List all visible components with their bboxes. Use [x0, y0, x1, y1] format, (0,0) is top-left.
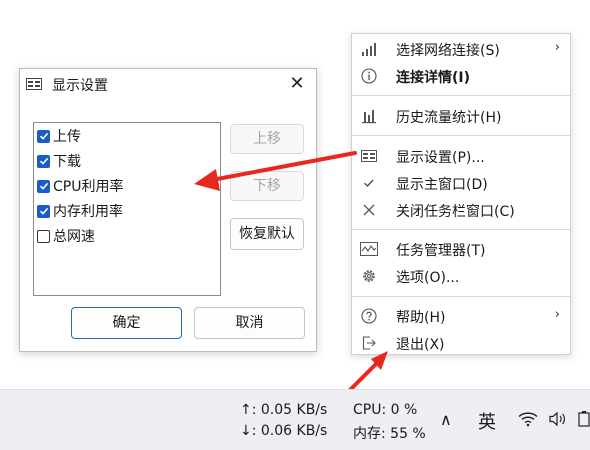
- list-item[interactable]: CPU利用率: [37, 175, 123, 197]
- info-icon: [360, 67, 378, 85]
- menu-item-task-manager[interactable]: 任务管理器(T): [352, 236, 570, 262]
- menu-item-connection-details[interactable]: 连接详情(I): [352, 63, 570, 89]
- list-item[interactable]: 下载: [37, 150, 81, 172]
- upload-speed[interactable]: ↑: 0.05 KB/s: [240, 402, 327, 418]
- wifi-icon[interactable]: [518, 411, 538, 431]
- menu-item-label: 选择网络连接(S): [396, 43, 500, 59]
- chevron-up-icon[interactable]: ∧: [440, 410, 452, 429]
- checkbox[interactable]: [37, 179, 50, 193]
- display-settings-icon: [26, 77, 42, 91]
- menu-item-label: 退出(X): [396, 337, 445, 353]
- ime-indicator[interactable]: 英: [478, 408, 496, 434]
- checkbox[interactable]: [37, 204, 50, 218]
- help-icon: [360, 307, 378, 325]
- move-up-button[interactable]: 上移: [230, 124, 304, 154]
- battery-icon[interactable]: [578, 411, 590, 431]
- close-icon[interactable]: ✕: [286, 73, 308, 95]
- menu-item-label: 关闭任务栏窗口(C): [396, 204, 515, 220]
- menu-item-label: 历史流量统计(H): [396, 110, 502, 126]
- menu-item-history-traffic[interactable]: 历史流量统计(H): [352, 103, 570, 129]
- exit-icon: [360, 334, 378, 352]
- volume-icon[interactable]: [548, 411, 568, 431]
- task-manager-icon: [360, 240, 378, 258]
- checkbox[interactable]: [37, 154, 50, 168]
- list-item[interactable]: 总网速: [37, 225, 95, 247]
- chevron-right-icon: ›: [554, 307, 560, 322]
- download-speed[interactable]: ↓: 0.06 KB/s: [240, 423, 327, 439]
- menu-item-show-main-window[interactable]: 显示主窗口(D): [352, 170, 570, 196]
- gear-icon: [360, 267, 378, 285]
- menu-item-label: 任务管理器(T): [396, 243, 486, 259]
- menu-item-options[interactable]: 选项(O)...: [352, 263, 570, 289]
- list-item[interactable]: 上传: [37, 125, 81, 147]
- menu-item-label: 显示主窗口(D): [396, 177, 488, 193]
- display-settings-dialog: 显示设置 ✕ 上传 下载 CPU利用率 内存利用率 总网速 上移 下移 恢复默认…: [19, 68, 317, 352]
- menu-separator: [352, 135, 570, 136]
- menu-separator: [352, 296, 570, 297]
- menu-item-label: 选项(O)...: [396, 270, 460, 286]
- menu-item-label: 显示设置(P)...: [396, 150, 485, 166]
- dialog-titlebar[interactable]: 显示设置 ✕: [20, 69, 316, 101]
- menu-item-display-settings[interactable]: 显示设置(P)...: [352, 143, 570, 169]
- menu-item-exit[interactable]: 退出(X): [352, 330, 570, 356]
- display-settings-icon: [360, 147, 378, 165]
- list-item-label: 内存利用率: [53, 204, 123, 220]
- close-icon: [360, 201, 378, 219]
- cancel-button[interactable]: 取消: [194, 307, 305, 339]
- move-down-button[interactable]: 下移: [230, 171, 304, 201]
- chevron-right-icon: ›: [554, 40, 560, 55]
- checkbox[interactable]: [37, 129, 50, 143]
- bar-chart-icon: [360, 107, 378, 125]
- taskbar: ↑: 0.05 KB/s ↓: 0.06 KB/s CPU: 0 % 内存: 5…: [0, 389, 590, 450]
- list-item-label: CPU利用率: [53, 179, 124, 195]
- menu-item-select-network[interactable]: 选择网络连接(S) ›: [352, 36, 570, 62]
- menu-separator: [352, 229, 570, 230]
- display-items-list[interactable]: 上传 下载 CPU利用率 内存利用率 总网速: [33, 122, 221, 296]
- cpu-usage[interactable]: CPU: 0 %: [353, 402, 417, 418]
- checkbox[interactable]: [37, 229, 50, 243]
- menu-item-help[interactable]: 帮助(H) ›: [352, 303, 570, 329]
- list-item-label: 下载: [53, 154, 81, 170]
- list-item[interactable]: 内存利用率: [37, 200, 123, 222]
- menu-separator: [352, 95, 570, 96]
- dialog-title: 显示设置: [52, 78, 108, 94]
- list-item-label: 上传: [53, 129, 81, 145]
- context-menu: 选择网络连接(S) › 连接详情(I) 历史流量统计(H) 显示设置(P)...…: [351, 33, 571, 355]
- menu-item-label: 帮助(H): [396, 310, 446, 326]
- menu-item-close-taskbar-window[interactable]: 关闭任务栏窗口(C): [352, 197, 570, 223]
- ok-button[interactable]: 确定: [71, 307, 182, 339]
- list-item-label: 总网速: [53, 229, 95, 245]
- signal-bars-icon: [360, 40, 378, 58]
- checkmark-icon: [360, 174, 378, 192]
- menu-item-label: 连接详情(I): [396, 70, 471, 86]
- restore-default-button[interactable]: 恢复默认: [230, 218, 304, 250]
- memory-usage[interactable]: 内存: 55 %: [353, 423, 426, 443]
